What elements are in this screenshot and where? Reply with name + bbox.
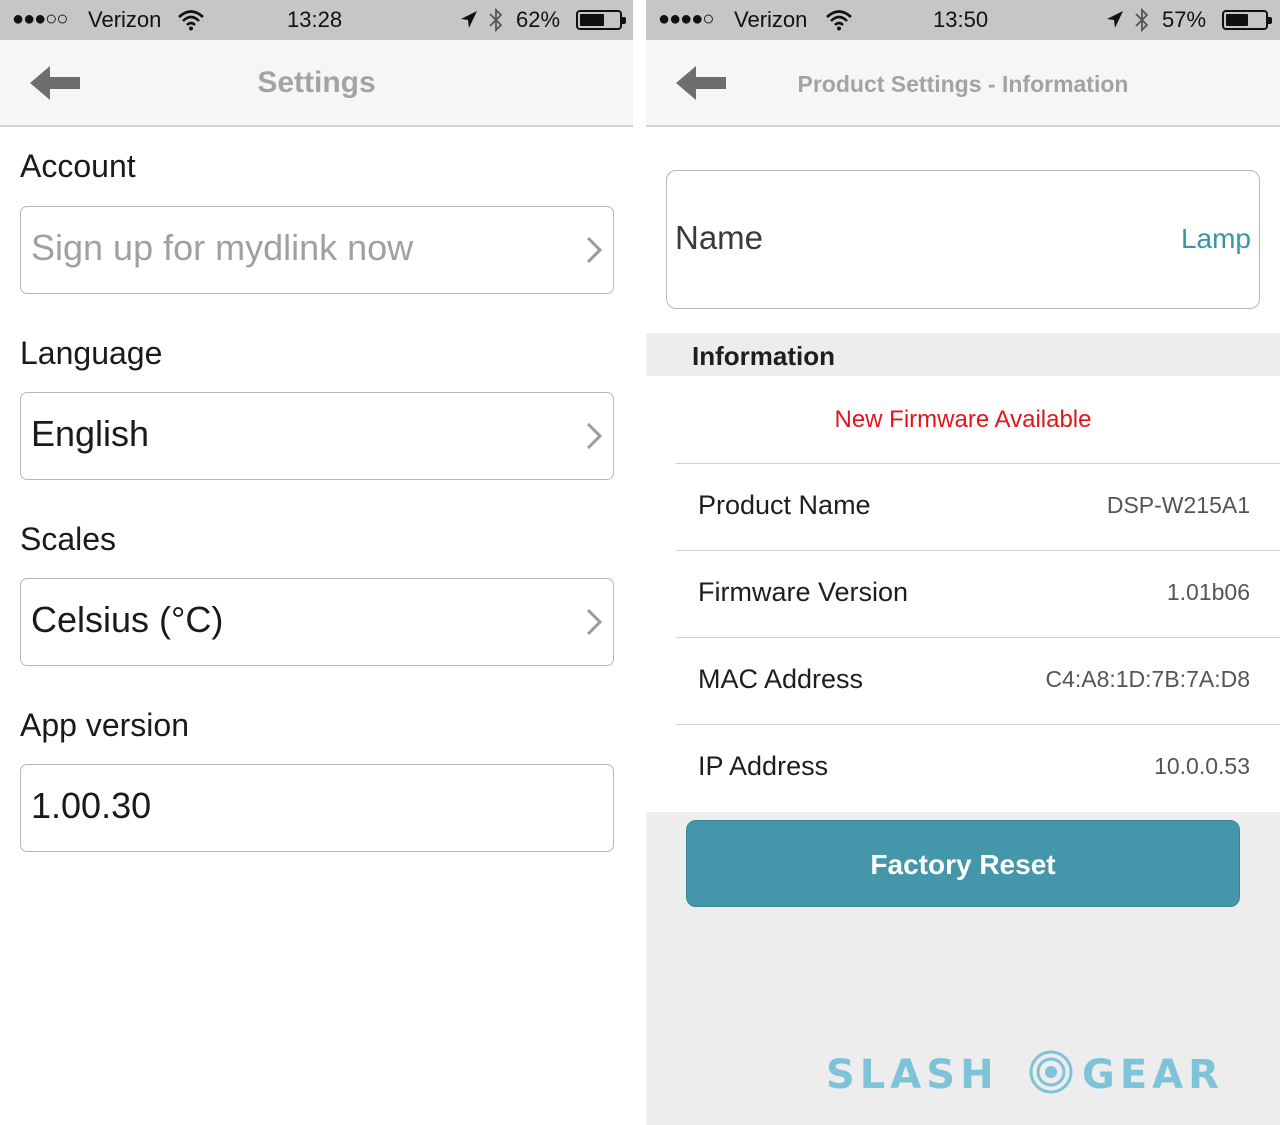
carrier-name: Verizon [88, 7, 162, 32]
info-value: DSP-W215A1 [1106, 492, 1250, 518]
signal-strength-indicator: ●●●○○ [12, 8, 68, 30]
battery-level [580, 14, 604, 26]
status-bar: ●●●●○ Verizon 13:50 57% [646, 0, 1280, 40]
scales-value: Celsius (°C) [31, 599, 224, 640]
signal-strength-indicator: ●●●●○ [658, 8, 714, 30]
page-title: Product Settings - Information [797, 71, 1129, 97]
location-arrow-icon [1107, 11, 1123, 28]
battery-percent: 62% [516, 7, 561, 32]
info-row-ip-address: IP Address 10.0.0.53 [676, 724, 1280, 811]
signup-placeholder: Sign up for mydlink now [31, 227, 414, 268]
settings-screen: ●●●○○ Verizon 13:28 62% Settings Account… [0, 0, 633, 1125]
firmware-update-alert[interactable]: New Firmware Available [646, 406, 1280, 434]
bluetooth-icon [1135, 8, 1149, 32]
info-row-firmware-version: Firmware Version 1.01b06 [676, 550, 1280, 637]
factory-reset-button[interactable]: Factory Reset [686, 820, 1240, 907]
info-value: 10.0.0.53 [1154, 753, 1250, 779]
status-time: 13:50 [933, 7, 989, 32]
chevron-right-icon [586, 608, 603, 636]
name-value: Lamp [1180, 223, 1251, 254]
screen-divider [633, 0, 646, 1125]
navigation-bar: Settings [0, 40, 633, 127]
watermark-left-text: SLASH [826, 1052, 999, 1096]
info-row-product-name: Product Name DSP-W215A1 [676, 463, 1280, 550]
battery-level [1226, 14, 1248, 26]
account-label: Account [20, 148, 136, 184]
device-name-field[interactable]: Name Lamp [666, 170, 1260, 309]
scales-select[interactable]: Celsius (°C) [20, 578, 614, 666]
battery-percent: 57% [1162, 7, 1207, 32]
info-key: MAC Address [698, 664, 864, 694]
wifi-icon [178, 10, 204, 31]
info-value: C4:A8:1D:7B:7A:D8 [1045, 666, 1250, 692]
info-key: IP Address [698, 751, 829, 781]
app-version-value: 1.00.30 [31, 785, 152, 826]
battery-icon [576, 10, 626, 30]
app-version-label: App version [20, 707, 189, 743]
carrier-name: Verizon [734, 7, 808, 32]
info-key: Firmware Version [698, 577, 909, 607]
watermark-swirl-icon [1029, 1050, 1073, 1094]
product-information-screen: ●●●●○ Verizon 13:50 57% Product Settings… [646, 0, 1280, 1125]
watermark-right-text: GEAR [1082, 1052, 1224, 1096]
status-time: 13:28 [287, 7, 343, 32]
information-section-header: Information [646, 333, 1280, 376]
app-version-field: 1.00.30 [20, 764, 614, 852]
language-value: English [31, 413, 150, 454]
page-title: Settings [257, 66, 376, 99]
info-key: Product Name [698, 490, 871, 520]
info-row-mac-address: MAC Address C4:A8:1D:7B:7A:D8 [676, 637, 1280, 724]
navigation-bar: Product Settings - Information [646, 40, 1280, 127]
chevron-right-icon [586, 422, 603, 450]
status-bar: ●●●○○ Verizon 13:28 62% [0, 0, 633, 40]
info-value: 1.01b06 [1166, 579, 1250, 605]
location-arrow-icon [461, 11, 477, 28]
name-label: Name [675, 219, 764, 256]
information-list: New Firmware Available Product Name DSP-… [646, 376, 1280, 812]
scales-label: Scales [20, 521, 117, 557]
battery-icon [1222, 10, 1272, 30]
language-select[interactable]: English [20, 392, 614, 480]
account-signup-field[interactable]: Sign up for mydlink now [20, 206, 614, 294]
information-header-label: Information [692, 341, 835, 371]
wifi-icon [826, 10, 852, 31]
slashgear-watermark-logo: SLASH GEAR [826, 1050, 1224, 1096]
chevron-right-icon [586, 236, 603, 264]
language-label: Language [20, 335, 163, 371]
bluetooth-icon [489, 8, 503, 32]
